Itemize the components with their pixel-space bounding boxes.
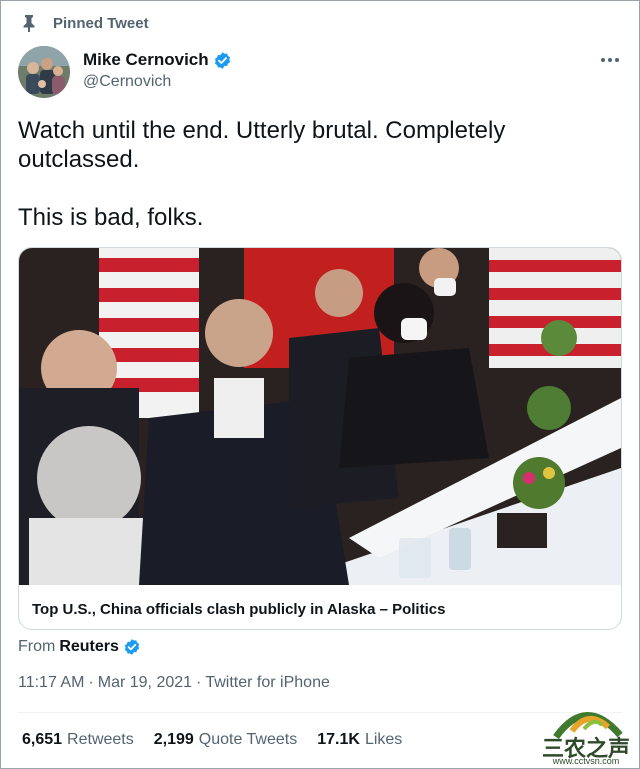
tweet-meta: 11:17 AM · Mar 19, 2021 · Twitter for iP… bbox=[18, 674, 330, 692]
source-name[interactable]: Reuters bbox=[59, 638, 119, 656]
likes-stat[interactable]: 17.1K Likes bbox=[317, 731, 402, 749]
card-image bbox=[19, 248, 621, 585]
retweets-stat[interactable]: 6,651 Retweets bbox=[22, 731, 134, 749]
likes-label: Likes bbox=[364, 731, 403, 748]
divider bbox=[18, 712, 622, 713]
quote-tweets-count: 2,199 bbox=[153, 731, 194, 748]
quote-tweets-stat[interactable]: 2,199 Quote Tweets bbox=[154, 731, 297, 749]
tweet-time[interactable]: 11:17 AM bbox=[18, 674, 84, 692]
retweets-count: 6,651 bbox=[22, 731, 63, 748]
meta-separator: · bbox=[196, 674, 202, 691]
author-name[interactable]: Mike Cernovich bbox=[83, 50, 209, 70]
card-title[interactable]: Top U.S., China officials clash publicly… bbox=[32, 601, 445, 618]
retweets-label: Retweets bbox=[67, 731, 134, 748]
pin-icon bbox=[19, 13, 39, 33]
verified-badge-icon bbox=[213, 51, 232, 70]
watermark-url: www.cctvsn.com bbox=[552, 756, 620, 766]
more-options-icon[interactable] bbox=[598, 50, 622, 70]
author-block: Mike Cernovich @Cernovich bbox=[83, 48, 232, 91]
source-attribution: From Reuters bbox=[18, 636, 141, 658]
likes-count: 17.1K bbox=[317, 731, 360, 748]
tweet-client[interactable]: Twitter for iPhone bbox=[205, 674, 330, 692]
verified-badge-icon bbox=[123, 638, 141, 656]
pinned-label: Pinned Tweet bbox=[53, 14, 149, 32]
quote-tweets-label: Quote Tweets bbox=[198, 731, 298, 748]
tweet-date[interactable]: Mar 19, 2021 bbox=[98, 674, 192, 692]
meta-separator: · bbox=[88, 674, 94, 691]
avatar[interactable] bbox=[18, 46, 70, 98]
source-prefix: From bbox=[18, 638, 56, 655]
tweet-text: Watch until the end. Utterly brutal. Com… bbox=[18, 117, 506, 231]
tweet-stats: 6,651 Retweets 2,199 Quote Tweets 17.1K … bbox=[22, 731, 422, 749]
watermark: 三农之声 www.cctvsn.com bbox=[536, 701, 636, 766]
link-card[interactable]: Top U.S., China officials clash publicly… bbox=[18, 247, 622, 630]
author-handle[interactable]: @Cernovich bbox=[83, 73, 232, 91]
pinned-indicator: Pinned Tweet bbox=[19, 12, 149, 34]
